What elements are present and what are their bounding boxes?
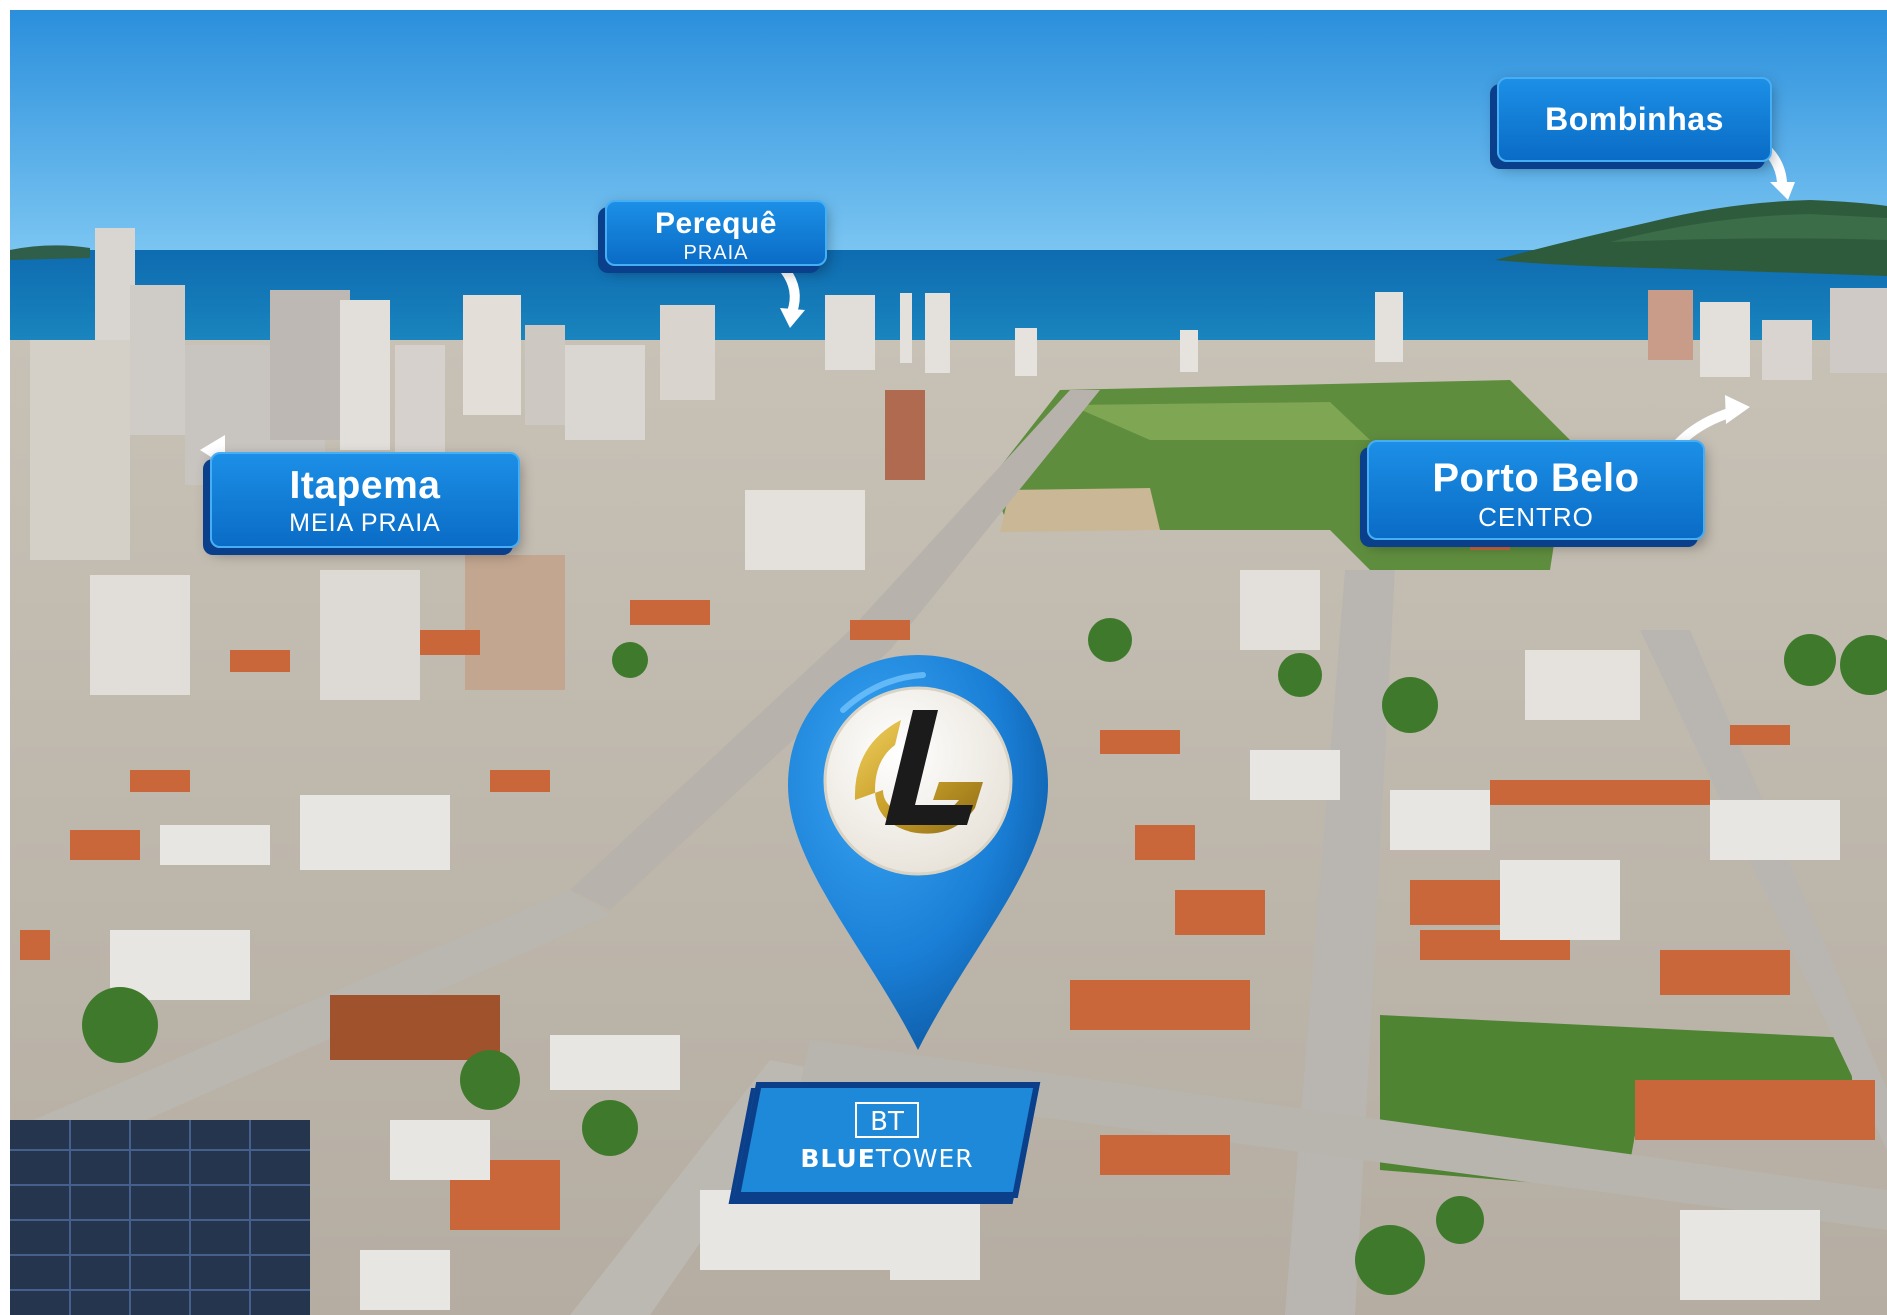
bt-monogram-logo: BT [855,1102,919,1138]
label-itapema-title: Itapema [289,464,441,507]
bt-monogram-text: BT [870,1107,904,1137]
location-pin-icon [788,655,1048,1050]
label-porto-belo-subtitle: CENTRO [1478,502,1594,532]
label-porto-belo: Porto Belo CENTRO [1367,440,1705,540]
label-itapema-subtitle: MEIA PRAIA [289,509,441,537]
label-itapema: Itapema MEIA PRAIA [210,452,520,548]
label-bombinhas: Bombinhas [1497,77,1772,162]
wordmark-blue: BLUE [800,1144,876,1173]
label-pereque-subtitle: PRAIA [683,242,749,264]
blue-tower-wordmark: BLUETOWER [751,1144,1023,1173]
blue-tower-lot-badge: BT BLUETOWER [733,1082,1041,1198]
label-pereque-title: Perequê [655,207,777,240]
scene: Perequê PRAIA Bombinhas Itapema MEIA PRA… [0,0,1887,1315]
label-bombinhas-title: Bombinhas [1545,101,1724,137]
label-porto-belo-title: Porto Belo [1432,456,1640,500]
lg-gold-logo-icon [823,686,1013,876]
wordmark-tower: TOWER [875,1144,974,1173]
label-pereque: Perequê PRAIA [605,200,827,266]
